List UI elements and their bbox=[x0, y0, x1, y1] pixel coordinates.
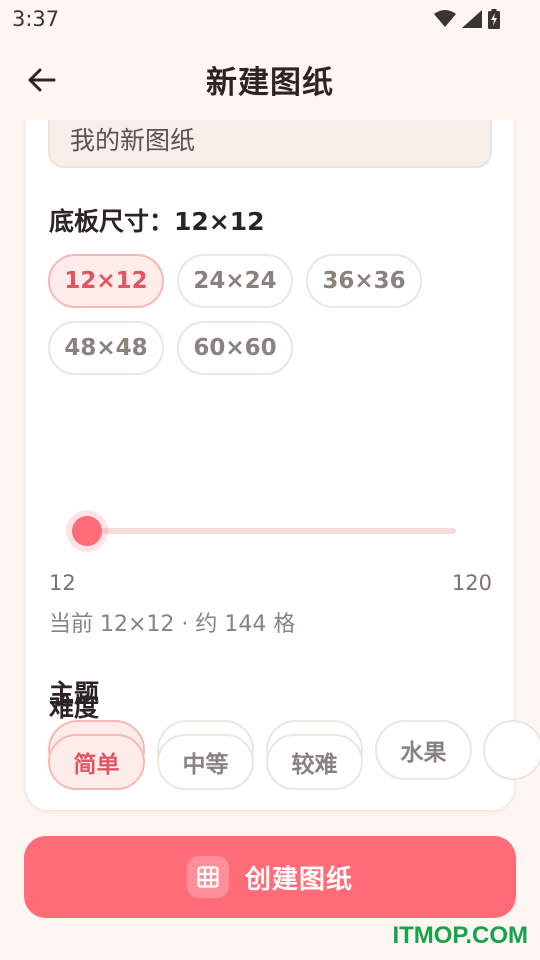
arrow-left-icon bbox=[28, 68, 56, 92]
create-button[interactable]: 创建图纸 bbox=[24, 836, 516, 918]
back-button[interactable] bbox=[22, 60, 62, 100]
wifi-icon bbox=[434, 10, 456, 27]
difficulty-chip-hard[interactable]: 较难 bbox=[266, 734, 363, 790]
watermark: ITMOP.COM bbox=[392, 922, 528, 949]
difficulty-label: 难度 bbox=[49, 693, 100, 722]
size-chip-48[interactable]: 48×48 bbox=[48, 321, 164, 375]
slider-max-label: 120 bbox=[451, 571, 492, 595]
difficulty-chip-easy[interactable]: 简单 bbox=[48, 734, 145, 790]
name-input[interactable] bbox=[48, 120, 492, 168]
current-size-info: 当前 12×12 · 约 144 格 bbox=[49, 612, 296, 637]
grid-icon bbox=[186, 856, 229, 898]
size-slider-thumb[interactable] bbox=[72, 516, 102, 546]
page-title: 新建图纸 bbox=[206, 64, 334, 101]
theme-chip-more[interactable] bbox=[483, 720, 540, 780]
size-chip-60[interactable]: 60×60 bbox=[177, 321, 293, 375]
theme-chip-fruits[interactable]: 水果 bbox=[375, 720, 472, 780]
size-chip-36[interactable]: 36×36 bbox=[306, 254, 422, 308]
difficulty-chip-medium[interactable]: 中等 bbox=[157, 734, 254, 790]
status-icons bbox=[434, 9, 500, 29]
status-time: 3:37 bbox=[12, 7, 60, 31]
signal-icon bbox=[462, 10, 482, 28]
create-button-label: 创建图纸 bbox=[244, 864, 353, 895]
size-chip-24[interactable]: 24×24 bbox=[177, 254, 293, 308]
status-bar: 3:37 bbox=[0, 0, 540, 38]
board-size-label: 底板尺寸：12×12 bbox=[49, 207, 265, 236]
size-slider-track[interactable] bbox=[86, 528, 456, 534]
slider-min-label: 12 bbox=[49, 571, 76, 595]
battery-icon bbox=[488, 9, 500, 29]
size-chip-12[interactable]: 12×12 bbox=[48, 254, 164, 308]
form-card: 底板尺寸：12×12 12×12 24×24 36×36 48×48 60×60… bbox=[26, 120, 540, 810]
app-bar: 新建图纸 bbox=[0, 38, 540, 120]
